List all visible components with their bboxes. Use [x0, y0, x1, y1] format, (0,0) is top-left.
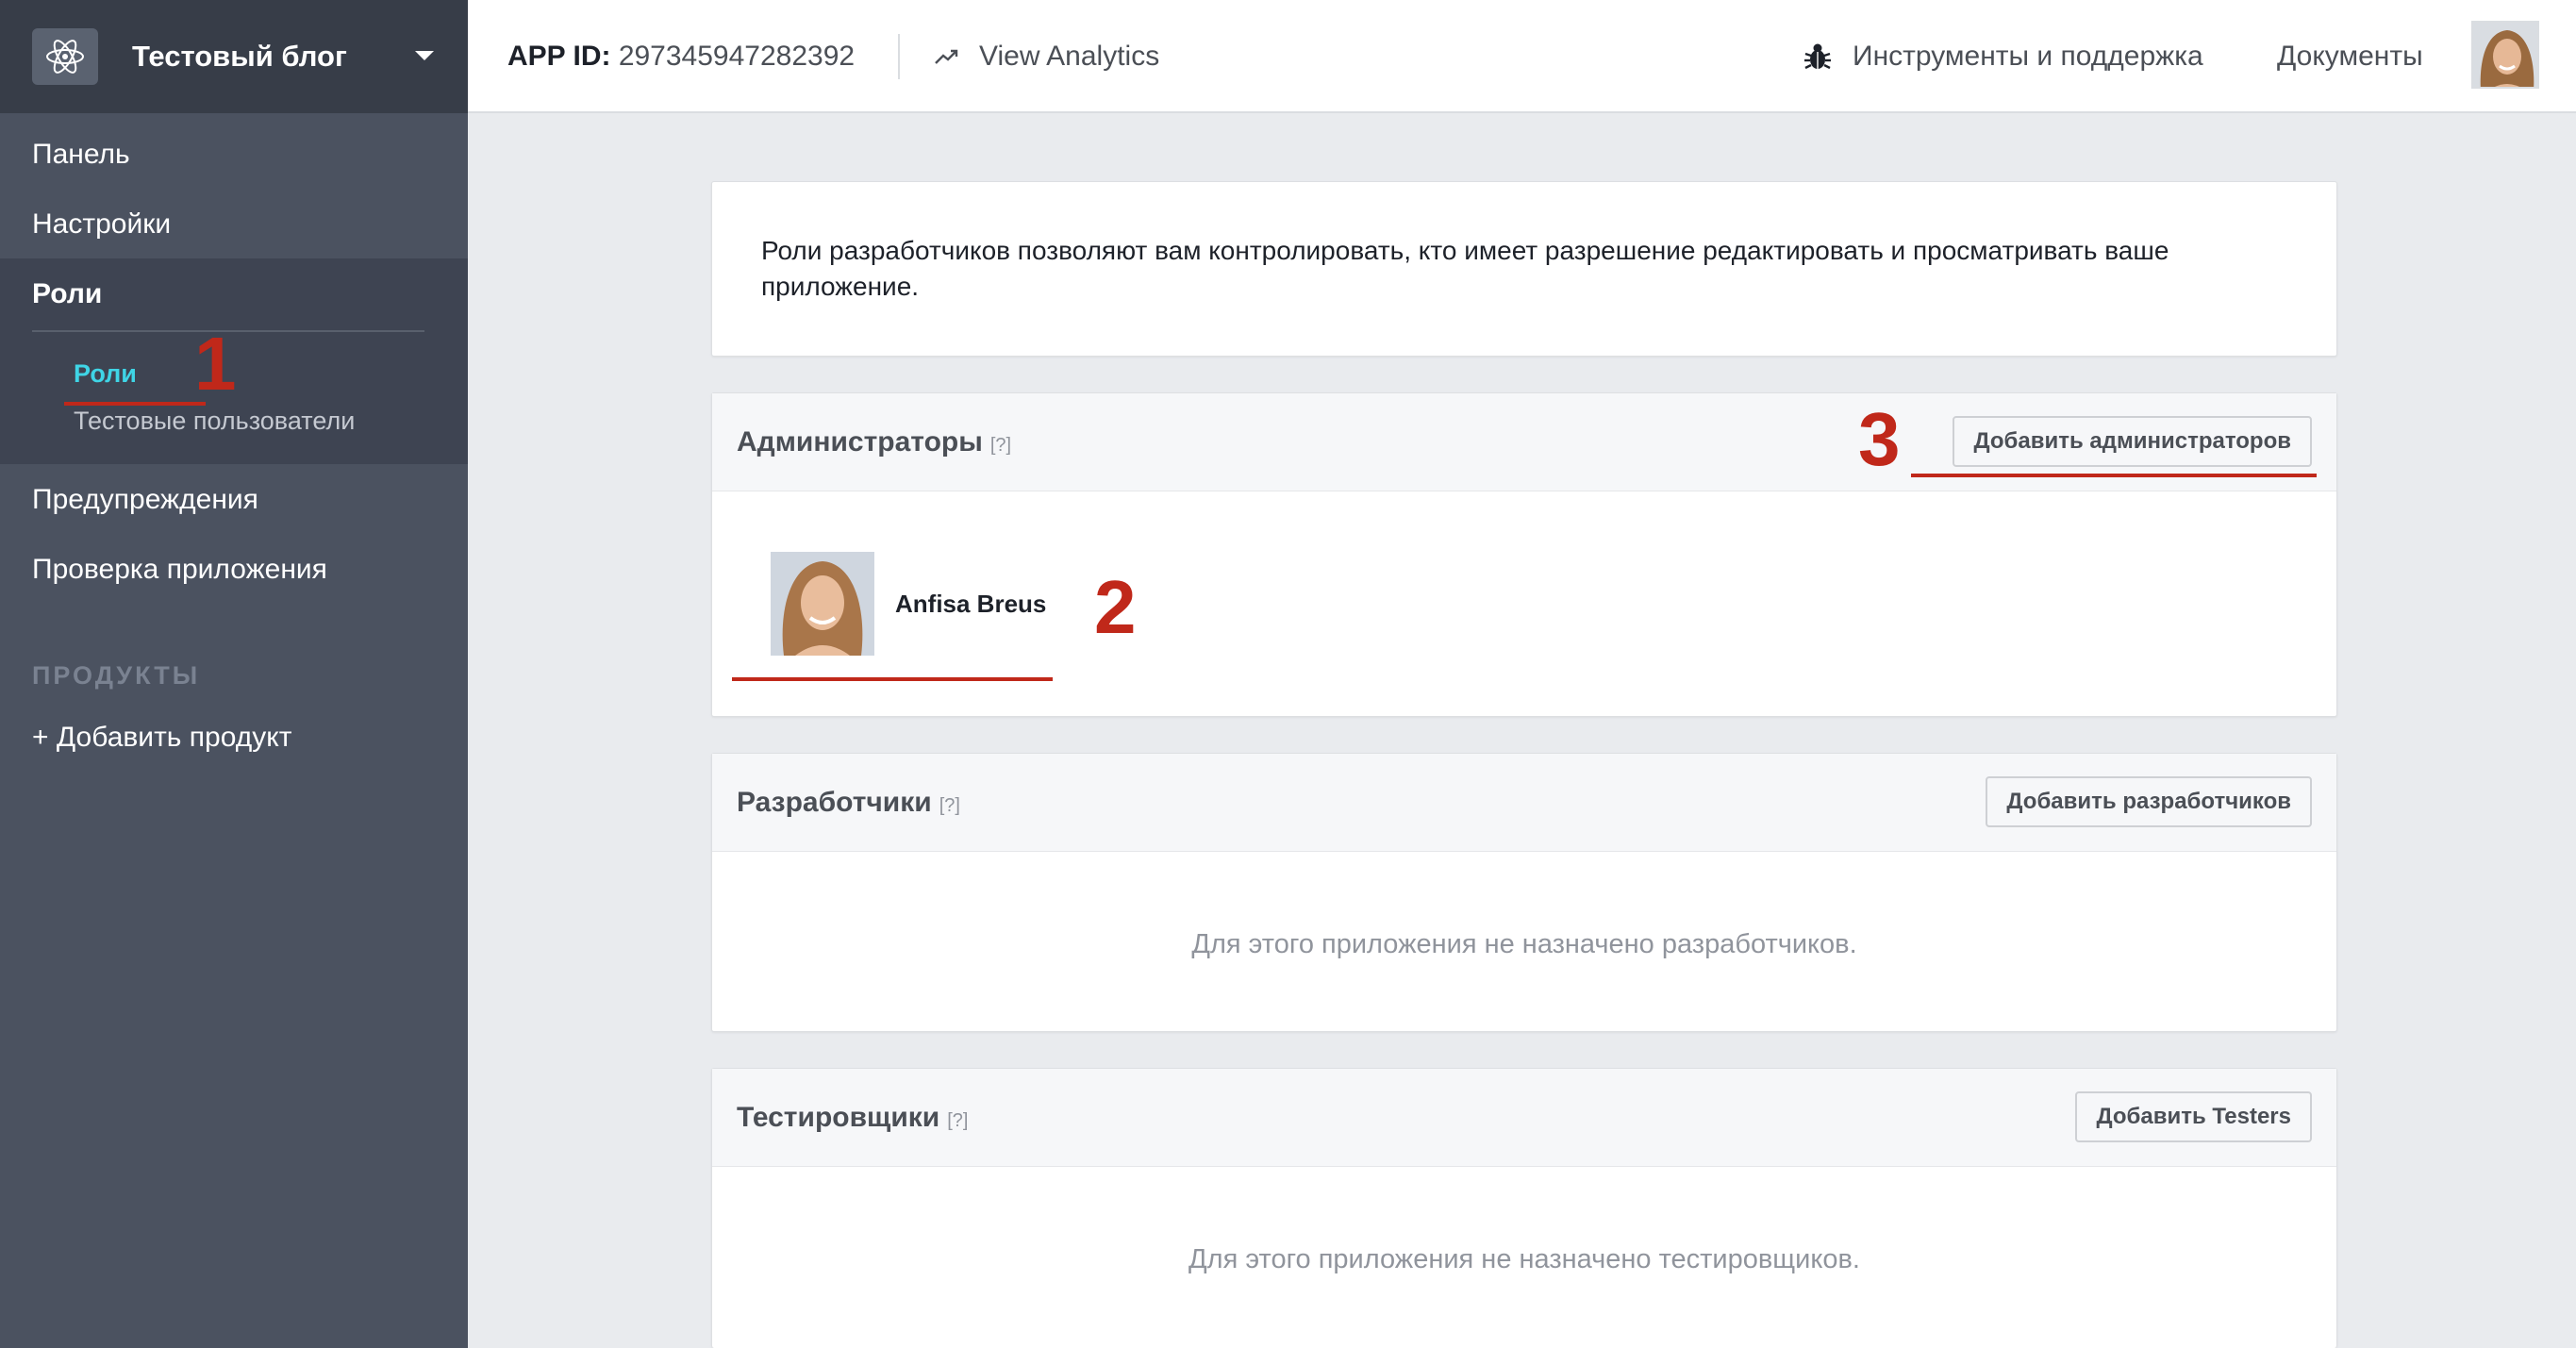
add-testers-button[interactable]: Добавить Testers [2075, 1091, 2312, 1142]
trend-up-icon [934, 47, 960, 66]
developers-panel-header: Разработчики [?] Добавить разработчиков [712, 754, 2336, 852]
developers-empty-message: Для этого приложения не назначено разраб… [1191, 929, 1857, 959]
add-developers-button[interactable]: Добавить разработчиков [1986, 776, 2312, 827]
annotation-underline-1 [64, 402, 206, 406]
sidebar-products-heading: ПРОДУКТЫ [32, 661, 201, 690]
roles-intro-text: Роли разработчиков позволяют вам контрол… [761, 236, 2169, 301]
view-analytics-link[interactable]: View Analytics [934, 40, 1159, 74]
annotation-number-3: 3 [1858, 397, 1901, 481]
sidebar-subitem-roles[interactable]: Роли [74, 358, 137, 389]
sidebar-subitem-test-users[interactable]: Тестовые пользователи [74, 406, 355, 436]
admin-user-card[interactable]: Anfisa Breus [771, 552, 1046, 656]
add-admins-button[interactable]: Добавить администраторов [1953, 416, 2312, 467]
developers-title: Разработчики [?] [737, 786, 960, 823]
annotation-number-1: 1 [194, 322, 237, 406]
top-bar: APP ID: 297345947282392 View Analytics И… [468, 0, 2576, 113]
admin-name: Anfisa Breus [895, 590, 1047, 618]
admins-title-text: Администраторы [737, 426, 983, 458]
annotation-underline-2 [732, 677, 1053, 681]
testers-panel-header: Тестировщики [?] Добавить Testers [712, 1069, 2336, 1167]
sidebar: Тестовый блог Панель Настройки Роли Роли… [0, 0, 468, 1348]
view-analytics-label: View Analytics [979, 41, 1160, 72]
add-product-link[interactable]: + Добавить продукт [32, 721, 291, 755]
developers-panel: Разработчики [?] Добавить разработчиков Д… [711, 753, 2337, 1032]
app-atom-icon [32, 28, 98, 85]
help-icon[interactable]: [?] [947, 1110, 968, 1131]
admin-avatar [771, 552, 874, 656]
chevron-down-icon[interactable] [415, 51, 434, 60]
sidebar-item-alerts[interactable]: Предупреждения [32, 483, 258, 517]
help-icon[interactable]: [?] [939, 795, 960, 816]
user-avatar[interactable] [2471, 21, 2539, 89]
sidebar-item-app-review[interactable]: Проверка приложения [32, 553, 327, 587]
sidebar-item-dashboard[interactable]: Панель [32, 138, 130, 172]
tools-support-link[interactable]: Инструменты и поддержка [1803, 40, 2203, 74]
admins-title: Администраторы [?] [737, 425, 1011, 462]
bug-icon [1803, 42, 1832, 72]
testers-empty-message: Для этого приложения не назначено тестир… [1188, 1244, 1860, 1274]
app-switcher[interactable]: Тестовый блог [0, 0, 468, 113]
testers-title: Тестировщики [?] [737, 1101, 969, 1138]
annotation-number-2: 2 [1094, 565, 1137, 649]
help-icon[interactable]: [?] [990, 435, 1011, 456]
topbar-divider [898, 34, 900, 79]
testers-panel: Тестировщики [?] Добавить Testers Для это… [711, 1068, 2337, 1348]
roles-intro-panel: Роли разработчиков позволяют вам контрол… [711, 181, 2337, 357]
testers-title-text: Тестировщики [737, 1102, 940, 1133]
app-id-label: APP ID: [507, 41, 611, 72]
sidebar-item-roles[interactable]: Роли [32, 277, 102, 311]
tools-support-label: Инструменты и поддержка [1853, 41, 2203, 72]
docs-link[interactable]: Документы [2277, 40, 2423, 74]
admins-panel: Администраторы [?] Добавить администратор… [711, 392, 2337, 717]
app-id: APP ID: 297345947282392 [507, 40, 855, 74]
annotation-underline-3 [1911, 474, 2317, 477]
sidebar-item-settings[interactable]: Настройки [32, 208, 171, 241]
developers-title-text: Разработчики [737, 787, 932, 818]
app-name: Тестовый блог [132, 40, 347, 73]
app-id-value: 297345947282392 [618, 41, 856, 72]
